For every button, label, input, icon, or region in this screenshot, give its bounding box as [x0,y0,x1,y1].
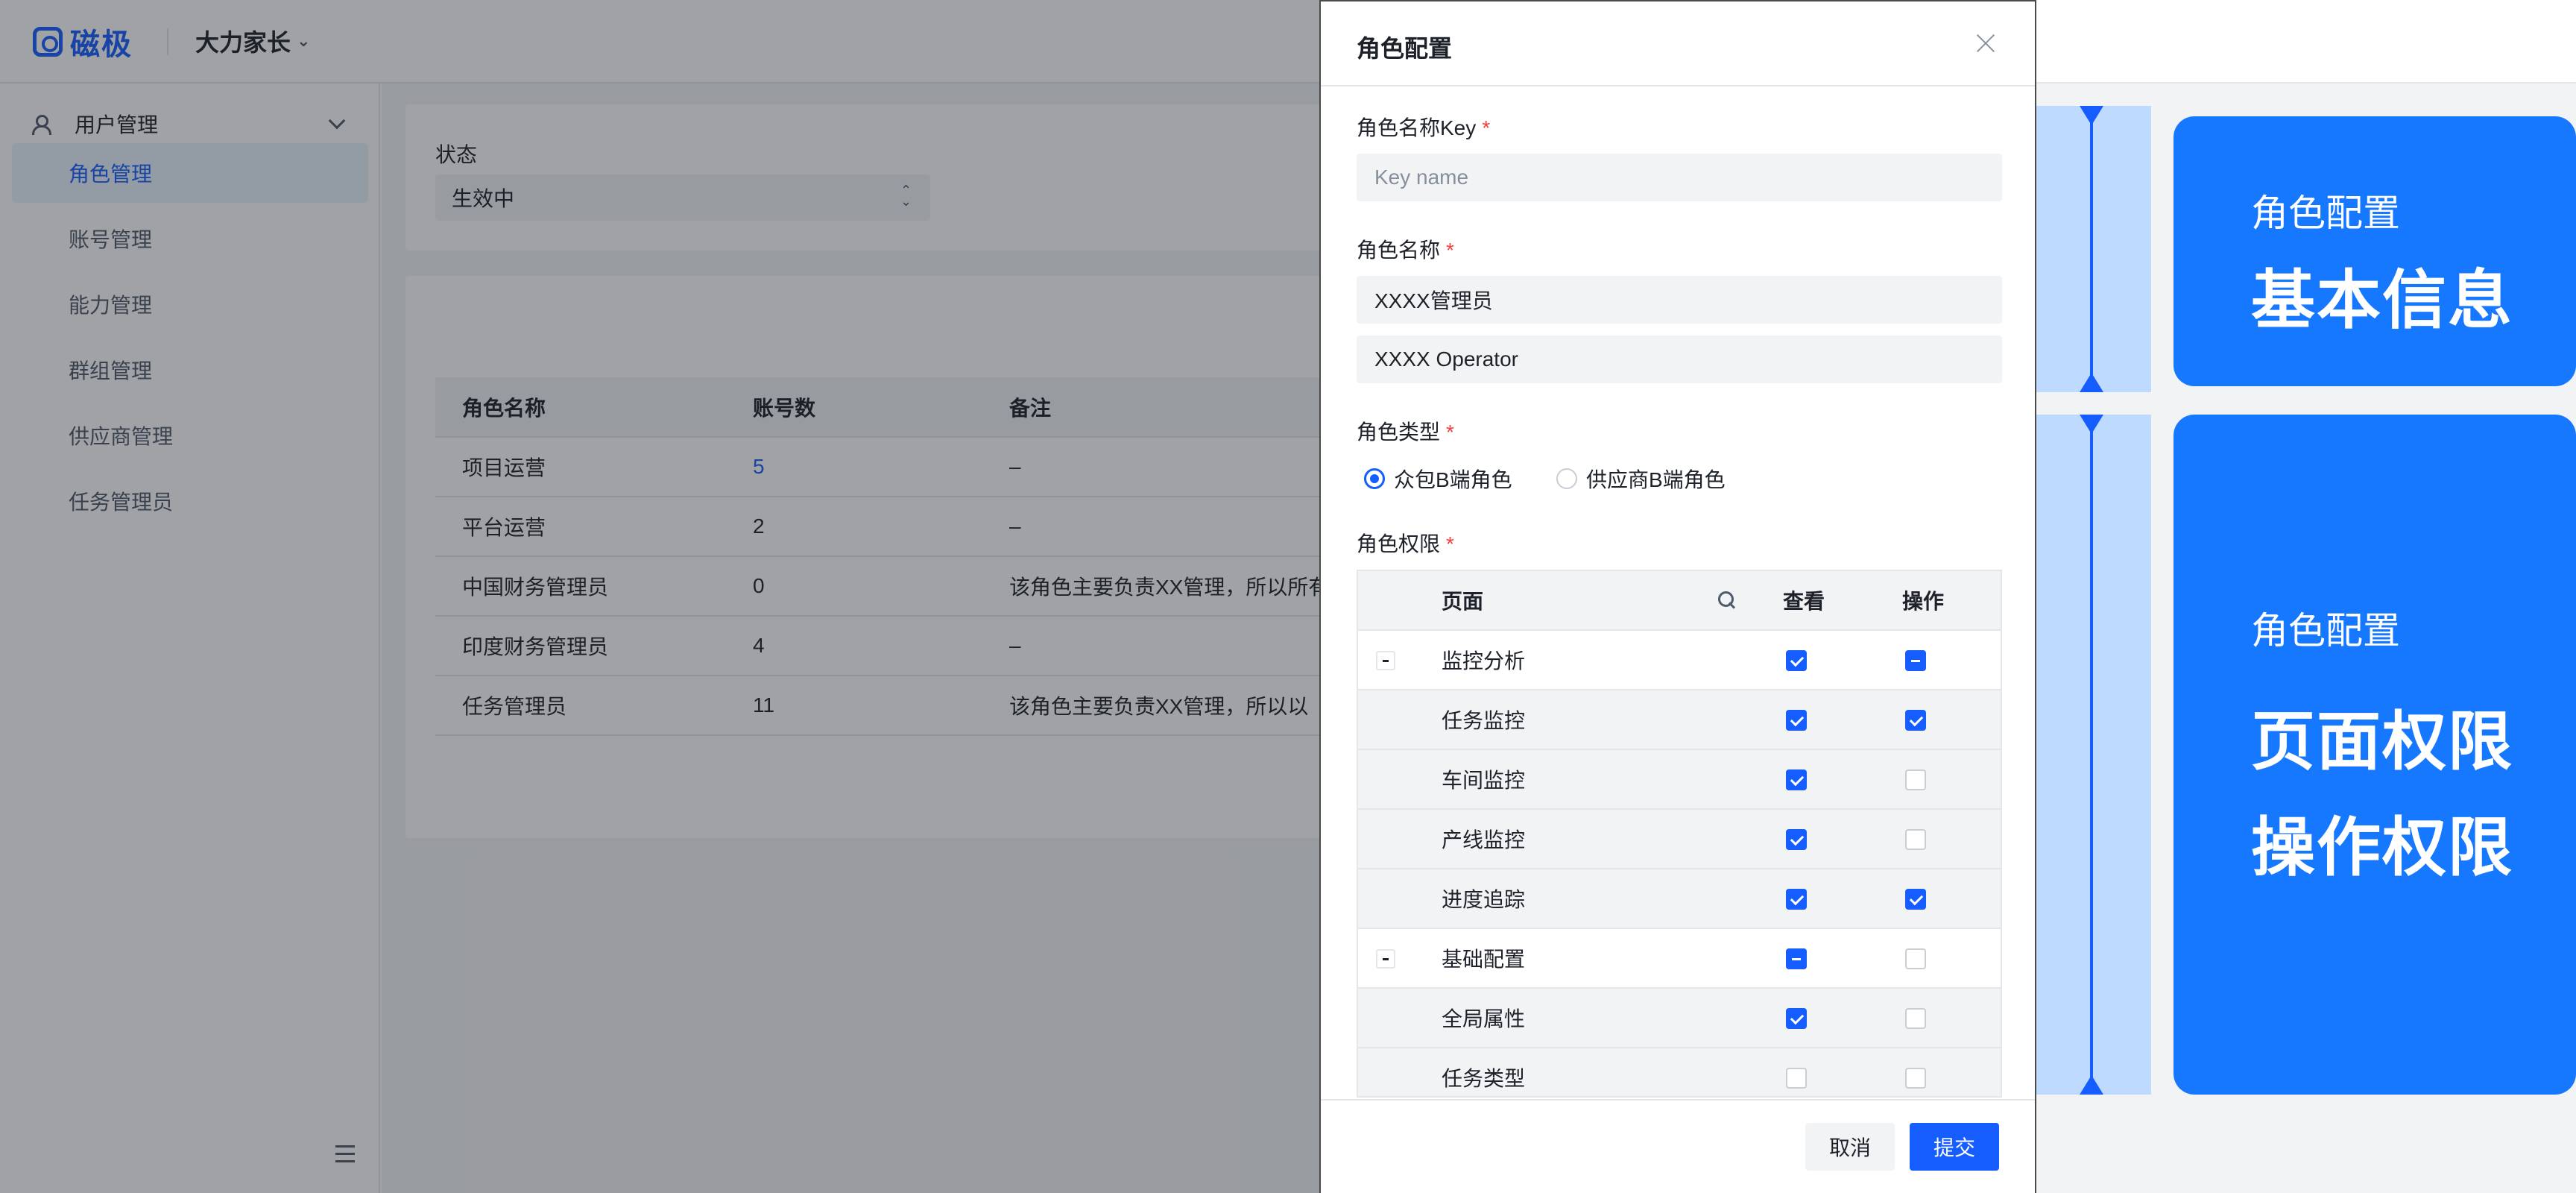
role-name-en-value: XXXX Operator [1374,347,1518,371]
role-permission-label: 角色权限 * [1357,528,1454,558]
permission-page-name: 全局属性 [1442,1007,1526,1030]
required-mark: * [1446,421,1454,444]
annotation-subtitle: 角色配置 [2251,192,2400,234]
annotation-bracket-basic [2036,106,2151,392]
role-name-cn-value: XXXX管理员 [1374,289,1493,312]
collapse-icon[interactable] [1376,949,1395,969]
permission-row: 任务监控 [1358,690,2001,750]
permission-group-row: 监控分析 [1358,631,2001,690]
role-config-drawer: 角色配置 角色名称Key * Key name 角色名称 * XXXX管理员 XXX… [1319,0,2036,1193]
column-header-operate: 操作 [1902,590,1945,613]
view-permission-checkbox[interactable] [1786,1068,1807,1089]
operate-permission-checkbox[interactable] [1905,769,1926,790]
modal-overlay[interactable] [0,0,1319,1193]
view-permission-checkbox[interactable] [1786,1008,1807,1029]
close-icon[interactable] [1974,31,1998,55]
role-name-label-text: 角色名称 [1357,239,1441,262]
drawer-title: 角色配置 [1357,35,1453,62]
operate-permission-checkbox[interactable] [1905,1068,1926,1089]
radio-label: 供应商B端角色 [1586,468,1726,491]
permission-page-name: 任务类型 [1442,1067,1526,1090]
annotation-title: 页面权限 [2251,706,2513,778]
permission-page-name: 产线监控 [1442,828,1526,852]
permission-page-name: 进度追踪 [1442,888,1526,911]
role-permission-label-text: 角色权限 [1357,532,1441,555]
cancel-button[interactable]: 取消 [1805,1123,1895,1171]
annotation-card-permissions: 角色配置 页面权限 操作权限 [2174,415,2576,1095]
annotation-title: 基本信息 [2251,265,2513,336]
operate-permission-checkbox[interactable] [1905,650,1926,671]
operate-permission-checkbox[interactable] [1905,1008,1926,1029]
view-permission-checkbox[interactable] [1786,650,1807,671]
operate-permission-checkbox[interactable] [1905,889,1926,910]
operate-permission-checkbox[interactable] [1905,829,1926,850]
permission-row: 车间监控 [1358,750,2001,810]
search-icon[interactable] [1716,589,1738,611]
bracket-line [2090,121,2093,377]
role-name-en-input[interactable]: XXXX Operator [1357,336,2002,383]
permission-header-row: 页面 查看 操作 [1358,571,2001,631]
view-permission-checkbox[interactable] [1786,710,1807,731]
arrow-down-icon [2080,1075,2103,1095]
radio-supplier-b-role[interactable]: 供应商B端角色 [1556,464,1726,494]
annotation-bracket-permission [2036,415,2151,1095]
required-mark: * [1446,239,1454,262]
arrow-down-icon [2080,373,2103,392]
operate-permission-checkbox[interactable] [1905,710,1926,731]
bracket-line [2090,429,2093,1080]
role-type-label-text: 角色类型 [1357,421,1441,444]
permission-row: 全局属性 [1358,989,2001,1048]
collapse-icon[interactable] [1376,651,1395,670]
permission-page-name: 任务监控 [1442,709,1526,732]
permission-page-name: 车间监控 [1442,769,1526,792]
radio-unselected-icon [1556,468,1577,489]
radio-crowdsource-b-role[interactable]: 众包B端角色 [1364,464,1512,494]
view-permission-checkbox[interactable] [1786,829,1807,850]
operate-permission-checkbox[interactable] [1905,948,1926,969]
drawer-header: 角色配置 [1321,1,2035,86]
permission-page-name: 基础配置 [1442,948,1526,971]
view-permission-checkbox[interactable] [1786,948,1807,969]
submit-button[interactable]: 提交 [1910,1123,1999,1171]
role-name-cn-input[interactable]: XXXX管理员 [1357,276,2002,324]
permission-row: 产线监控 [1358,810,2001,869]
annotation-subtitle: 角色配置 [2251,610,2400,652]
view-permission-checkbox[interactable] [1786,889,1807,910]
drawer-footer: 取消 提交 [1321,1099,2035,1193]
annotation-title: 操作权限 [2251,812,2513,884]
role-type-label: 角色类型 * [1357,416,1454,446]
role-name-label: 角色名称 * [1357,234,1454,264]
annotation-card-basic-info: 角色配置 基本信息 [2174,116,2576,386]
permission-row: 进度追踪 [1358,869,2001,929]
permission-row: 任务类型 [1358,1048,2001,1096]
view-permission-checkbox[interactable] [1786,769,1807,790]
column-header-view: 查看 [1783,590,1825,613]
permission-page-name: 监控分析 [1442,649,1526,673]
role-key-input[interactable]: Key name [1357,154,2002,201]
permission-table: 页面 查看 操作 监控分析任务监控车间监控产线监控进度追踪基础配置全局属性任务类… [1357,570,2002,1098]
role-key-label-text: 角色名称Key [1357,116,1477,139]
required-mark: * [1482,116,1491,139]
column-header-page: 页面 [1442,590,1484,613]
role-key-placeholder: Key name [1374,166,1469,189]
permission-group-row: 基础配置 [1358,929,2001,989]
radio-label: 众包B端角色 [1394,468,1512,491]
required-mark: * [1446,532,1454,555]
role-key-label: 角色名称Key * [1357,112,1490,142]
radio-selected-icon [1364,468,1385,489]
